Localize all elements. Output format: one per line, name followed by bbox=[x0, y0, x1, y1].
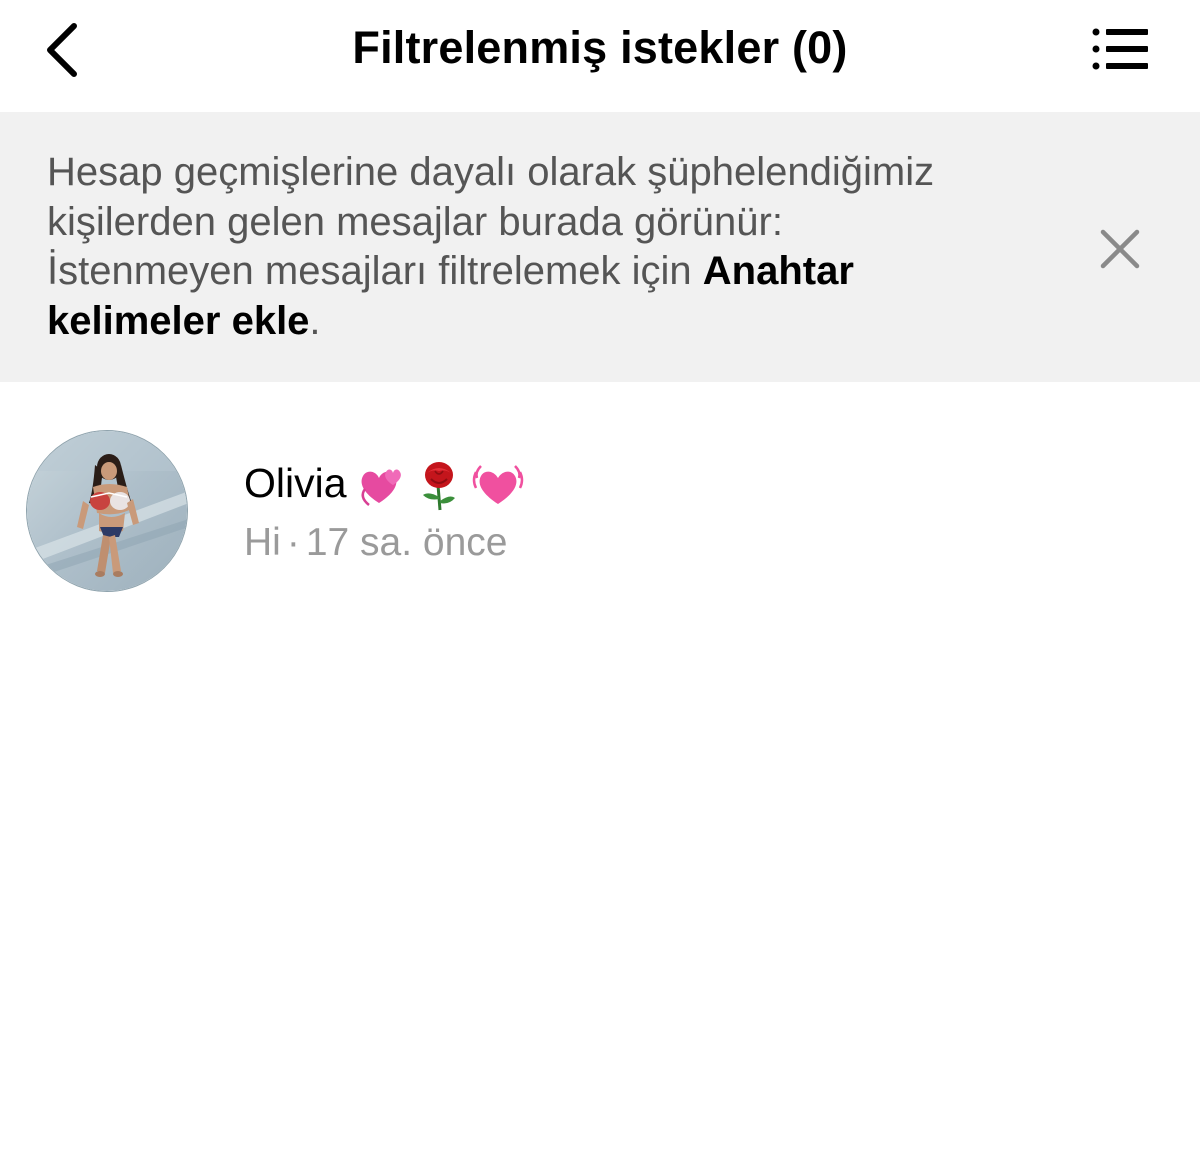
sender-name: Olivia bbox=[244, 458, 525, 511]
sender-name-text: Olivia bbox=[244, 460, 347, 506]
avatar[interactable] bbox=[26, 430, 188, 592]
message-text: Hi bbox=[244, 521, 281, 564]
banner-line-4: kelimeler ekle. bbox=[47, 297, 1057, 347]
banner-line-3-prefix: İstenmeyen mesajları filtrelemek için bbox=[47, 249, 703, 293]
message-timestamp: 17 sa. önce bbox=[305, 521, 508, 564]
message-preview: Hi · 17 sa. önce bbox=[244, 518, 508, 568]
banner-line-1: Hesap geçmişlerine dayalı olarak şüphele… bbox=[47, 150, 935, 194]
revolving-hearts-icon bbox=[357, 463, 407, 509]
top-navigation-bar: Filtrelenmiş istekler (0) bbox=[0, 0, 1200, 112]
list-icon bbox=[1092, 28, 1148, 70]
banner-line-3: İstenmeyen mesajları filtrelemek için An… bbox=[47, 247, 1057, 297]
separator-dot: · bbox=[286, 521, 300, 564]
close-banner-button[interactable] bbox=[1093, 222, 1147, 276]
add-keywords-link-part1[interactable]: Anahtar bbox=[703, 249, 854, 293]
banner-line-2: kişilerden gelen mesajlar burada görünür… bbox=[47, 199, 783, 244]
filtered-info-banner: Hesap geçmişlerine dayalı olarak şüphele… bbox=[0, 112, 1200, 382]
banner-message: Hesap geçmişlerine dayalı olarak şüphele… bbox=[47, 148, 1057, 346]
filter-list-button[interactable] bbox=[1082, 18, 1162, 82]
page-title: Filtrelenmiş istekler (0) bbox=[352, 22, 848, 73]
add-keywords-link-part2[interactable]: kelimeler ekle bbox=[47, 299, 309, 343]
profile-photo bbox=[27, 431, 187, 591]
banner-period: . bbox=[309, 298, 321, 343]
close-icon bbox=[1100, 229, 1140, 269]
beating-heart-icon bbox=[471, 462, 525, 510]
rose-icon bbox=[417, 461, 461, 511]
message-request-row[interactable]: Olivia Hi · 17 sa. önce bbox=[0, 420, 1200, 600]
